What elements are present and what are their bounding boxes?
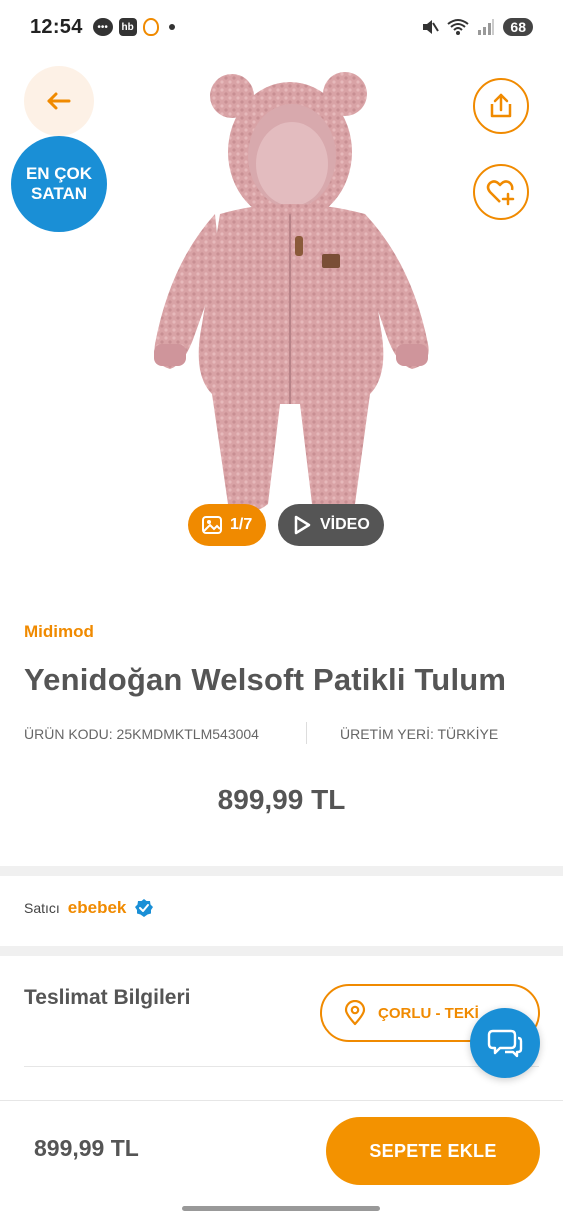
status-bar: 12:54 ••• hb 68 (0, 0, 563, 54)
battery-indicator: 68 (503, 18, 533, 36)
heart-plus-icon (486, 180, 515, 206)
status-notification-icons: ••• hb (92, 18, 175, 36)
location-pin-icon (344, 1000, 366, 1026)
back-button[interactable] (24, 66, 94, 136)
delivery-info-title: Teslimat Bilgileri (24, 986, 191, 1009)
verified-badge-icon (135, 899, 154, 917)
product-price: 899,99 TL (217, 784, 346, 815)
flame-icon (142, 18, 159, 36)
chat-support-button[interactable] (470, 1008, 540, 1078)
play-icon (294, 515, 311, 535)
product-origin: ÜRETİM YERİ: TÜRKİYE (340, 726, 499, 742)
share-icon (490, 93, 512, 118)
video-label: VİDEO (320, 516, 370, 533)
mute-icon (423, 20, 440, 34)
more-notifications-dot-icon (168, 24, 175, 30)
hb-app-icon: hb (118, 18, 137, 36)
bestseller-badge: EN ÇOK SATAN (11, 136, 107, 232)
product-brand[interactable]: Midimod (24, 622, 94, 642)
home-indicator[interactable] (182, 1206, 380, 1211)
share-button[interactable] (473, 78, 529, 134)
seller-row[interactable]: Satıcı ebebek (24, 898, 154, 918)
seller-label: Satıcı (24, 900, 60, 916)
chat-bubbles-icon (487, 1029, 523, 1058)
product-image (154, 72, 429, 512)
bottom-price: 899,99 TL (34, 1135, 139, 1161)
delivery-divider (24, 1066, 539, 1067)
product-image-gallery[interactable]: EN ÇOK SATAN 1/7 VİDEO (0, 54, 563, 570)
seller-name[interactable]: ebebek (68, 898, 127, 918)
meta-divider (306, 722, 307, 744)
add-to-cart-button[interactable]: SEPETE EKLE (326, 1117, 540, 1185)
delivery-location-text: ÇORLU - TEKİ (378, 1004, 479, 1022)
arrow-left-icon (47, 92, 71, 110)
add-to-favorites-button[interactable] (473, 164, 529, 220)
bestseller-badge-line1: EN ÇOK (25, 164, 93, 183)
status-system-icons: 68 (421, 18, 533, 36)
product-code: ÜRÜN KODU: 25KMDMKTLM543004 (24, 726, 259, 742)
bestseller-badge-line2: SATAN (30, 184, 88, 203)
message-icon: ••• (92, 18, 113, 36)
gallery-counter-button[interactable]: 1/7 (188, 504, 267, 546)
section-divider (0, 946, 563, 956)
video-button[interactable]: VİDEO (278, 504, 384, 546)
status-time: 12:54 (30, 15, 83, 38)
wifi-icon (447, 19, 470, 35)
product-title: Yenidoğan Welsoft Patikli Tulum (24, 662, 507, 697)
section-divider (0, 866, 563, 876)
gallery-count: 1/7 (230, 516, 253, 533)
bottom-purchase-bar: 899,99 TL SEPETE EKLE (0, 1100, 563, 1219)
image-icon (202, 516, 222, 534)
signal-icon (478, 19, 495, 35)
